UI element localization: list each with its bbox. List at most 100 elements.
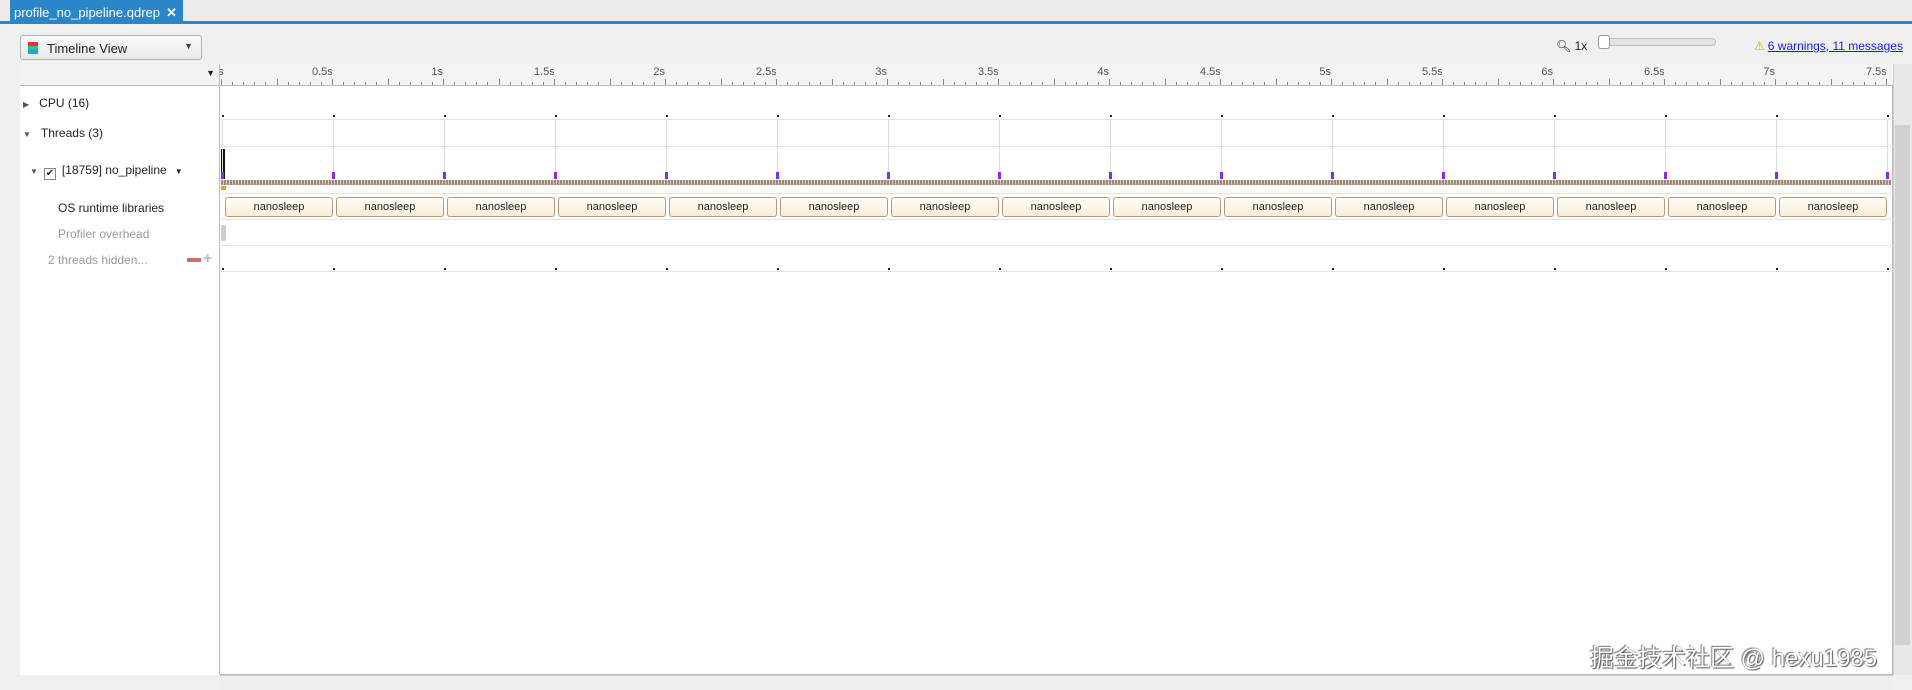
- wakeup-marker[interactable]: [1220, 172, 1223, 179]
- wakeup-marker[interactable]: [443, 172, 446, 179]
- wakeup-marker[interactable]: [221, 172, 224, 179]
- nanosleep-block[interactable]: nanosleep: [1446, 197, 1554, 217]
- wakeup-marker[interactable]: [1886, 172, 1889, 179]
- nanosleep-block[interactable]: nanosleep: [669, 197, 777, 217]
- nanosleep-block[interactable]: nanosleep: [891, 197, 999, 217]
- ruler-tick: [1708, 82, 1710, 85]
- tick-dot: [666, 115, 668, 117]
- wakeup-marker[interactable]: [998, 172, 1001, 179]
- ruler-tick: [1630, 82, 1632, 85]
- row-labels: ▶ CPU (16) ▼ Threads (3) ▼ ✔ [18759] no_pipe…: [20, 86, 220, 675]
- ruler-tick: [1253, 82, 1255, 85]
- header-menu-icon[interactable]: ▼: [206, 68, 215, 78]
- ruler-tick: [1786, 82, 1788, 85]
- tick-dot: [777, 115, 779, 117]
- nanosleep-block[interactable]: nanosleep: [1668, 197, 1776, 217]
- wakeup-marker[interactable]: [1109, 172, 1112, 179]
- close-icon[interactable]: ✕: [166, 5, 177, 20]
- ruler-tick: [998, 79, 999, 85]
- ruler-tick: [409, 82, 411, 85]
- wakeup-marker[interactable]: [332, 172, 335, 179]
- ruler-tick: [1075, 82, 1077, 85]
- warnings-text[interactable]: 6 warnings, 11 messages: [1768, 39, 1903, 53]
- wakeup-marker[interactable]: [887, 172, 890, 179]
- ruler-tick: [398, 82, 400, 85]
- wakeup-marker[interactable]: [1331, 172, 1334, 179]
- tick-dot: [666, 268, 668, 270]
- row-os-runtime[interactable]: OS runtime libraries: [58, 201, 164, 215]
- horizontal-scrollbar[interactable]: [220, 675, 1893, 690]
- profiler-overhead-block[interactable]: [221, 225, 226, 241]
- ruler-tick: [1242, 82, 1244, 85]
- wakeup-marker[interactable]: [1553, 172, 1556, 179]
- wakeup-marker[interactable]: [665, 172, 668, 179]
- ruler-tick: [875, 82, 877, 85]
- expand-icon[interactable]: ▶: [23, 100, 29, 109]
- nanosleep-block[interactable]: nanosleep: [1224, 197, 1332, 217]
- time-ruler[interactable]: 0s 0.5s 1s 1.5s 2s 2.5s 3s 3.5s 4s 4.5s 5s 5.5s 6s 6.…: [220, 64, 1893, 86]
- tick-dot: [1221, 115, 1223, 117]
- hide-thread-icon[interactable]: [187, 258, 201, 262]
- ruler-tick: [676, 82, 678, 85]
- ruler-tick: [1686, 82, 1688, 85]
- thread-checkbox[interactable]: ✔: [43, 168, 56, 180]
- interval-line: [1221, 120, 1222, 180]
- nanosleep-block[interactable]: nanosleep: [1335, 197, 1443, 217]
- wakeup-marker[interactable]: [1775, 172, 1778, 179]
- wakeup-marker[interactable]: [776, 172, 779, 179]
- ruler-tick: [298, 82, 300, 85]
- nanosleep-block[interactable]: nanosleep: [336, 197, 444, 217]
- row-thread[interactable]: ▼ ✔ [18759] no_pipeline ▼: [30, 163, 183, 180]
- ruler-tick: [776, 79, 777, 85]
- ruler-tick: [1586, 82, 1588, 85]
- ruler-tick: [964, 82, 966, 85]
- ruler-tick: [265, 82, 267, 85]
- tab-profile[interactable]: profile_no_pipeline.qdrep ✕: [10, 0, 183, 24]
- ruler-tick: [1763, 82, 1765, 85]
- chevron-down-icon[interactable]: ▼: [175, 167, 183, 176]
- ruler-tick: [1297, 82, 1299, 85]
- ruler-tick: [1342, 82, 1344, 85]
- nanosleep-block[interactable]: nanosleep: [558, 197, 666, 217]
- interval-line: [333, 120, 334, 180]
- ruler-tick: [698, 82, 700, 85]
- ruler-tick: [1086, 82, 1088, 85]
- ruler-tick: [1497, 79, 1499, 85]
- ruler-tick: [653, 82, 655, 85]
- thread-activity-bar[interactable]: [221, 180, 1891, 185]
- tick-dot: [777, 268, 779, 270]
- collapse-icon[interactable]: ▼: [23, 130, 31, 139]
- rows-header: ▼: [20, 64, 220, 86]
- ruler-tick: [1575, 82, 1577, 85]
- zoom-level: 🔍︎ 1x: [1556, 39, 1587, 53]
- wakeup-marker[interactable]: [1442, 172, 1445, 179]
- zoom-slider[interactable]: [1600, 38, 1716, 46]
- row-cpu[interactable]: ▶ CPU (16): [23, 96, 89, 110]
- wakeup-marker[interactable]: [1664, 172, 1667, 179]
- wakeup-marker[interactable]: [554, 172, 557, 179]
- tick-dot: [1887, 115, 1889, 117]
- show-thread-icon[interactable]: +: [203, 251, 212, 267]
- vertical-scrollbar-thumb[interactable]: [1895, 125, 1910, 645]
- row-profiler-overhead[interactable]: Profiler overhead: [58, 227, 149, 241]
- nanosleep-block[interactable]: nanosleep: [225, 197, 333, 217]
- nanosleep-block[interactable]: nanosleep: [1113, 197, 1221, 217]
- view-selector[interactable]: Timeline View ▼: [20, 35, 202, 60]
- ruler-label: 0s: [220, 66, 230, 78]
- tick-dot: [555, 268, 557, 270]
- tick-dot: [1554, 115, 1556, 117]
- nanosleep-block[interactable]: nanosleep: [1002, 197, 1110, 217]
- row-threads[interactable]: ▼ Threads (3): [23, 126, 103, 140]
- zoom-slider-handle[interactable]: [1598, 35, 1610, 49]
- timeline-track[interactable]: nanosleep nanosleep nanosleep nanosleep nano…: [221, 86, 1893, 675]
- nanosleep-block[interactable]: nanosleep: [780, 197, 888, 217]
- collapse-icon[interactable]: ▼: [30, 167, 38, 176]
- row-threads-hidden[interactable]: 2 threads hidden...: [48, 253, 147, 267]
- zoom-label: 1x: [1574, 39, 1588, 53]
- ruler-tick: [332, 79, 333, 85]
- ruler-tick: [1486, 82, 1488, 85]
- warnings-link[interactable]: ⚠ 6 warnings, 11 messages: [1754, 39, 1903, 53]
- nanosleep-block[interactable]: nanosleep: [447, 197, 555, 217]
- nanosleep-block[interactable]: nanosleep: [1557, 197, 1665, 217]
- nanosleep-block[interactable]: nanosleep: [1779, 197, 1887, 217]
